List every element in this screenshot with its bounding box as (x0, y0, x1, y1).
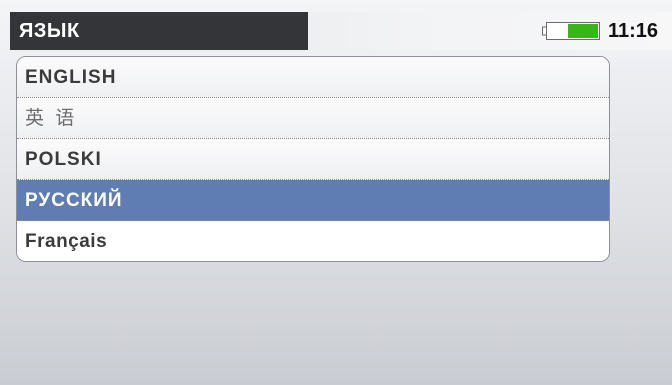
language-item-francais[interactable]: Français (17, 221, 609, 261)
title-bar: ЯЗЫК (10, 12, 308, 50)
language-list: ENGLISH 英 语 POLSKI РУССКИЙ Français (16, 56, 610, 262)
top-bar: ЯЗЫК 11:16 (10, 12, 672, 50)
language-item-english[interactable]: ENGLISH (17, 57, 609, 98)
screen: ЯЗЫК 11:16 ENGLISH 英 语 POLSKI РУССКИЙ Fr… (0, 0, 672, 385)
language-item-polski[interactable]: POLSKI (17, 139, 609, 180)
language-item-chinese[interactable]: 英 语 (17, 98, 609, 139)
language-item-label: ENGLISH (25, 67, 117, 88)
language-item-label: Français (25, 231, 108, 252)
battery-icon (542, 22, 600, 40)
battery-fill (568, 24, 598, 38)
language-item-label: POLSKI (25, 149, 102, 170)
language-item-russian[interactable]: РУССКИЙ (17, 180, 609, 221)
page-title: ЯЗЫК (19, 20, 80, 42)
clock: 11:16 (608, 20, 659, 42)
battery-terminal (542, 26, 547, 36)
language-item-label: 英 语 (25, 108, 78, 129)
language-item-label: РУССКИЙ (25, 190, 123, 211)
